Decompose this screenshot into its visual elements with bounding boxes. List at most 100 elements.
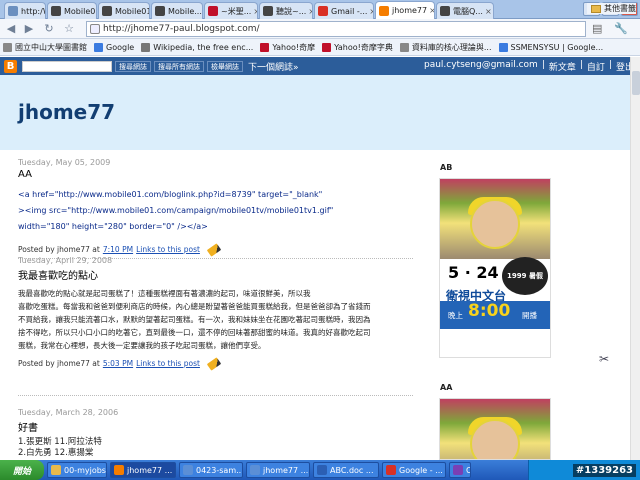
browser-tab[interactable]: Mobile01×	[47, 2, 97, 19]
google-icon	[498, 42, 508, 52]
post-body-line: 喜歡吃蛋糕。每當我和爸爸到便利商店的時候，內心總是盼望著爸爸能買蛋糕給我，但是爸…	[18, 302, 371, 311]
post-title[interactable]: 好書	[18, 419, 413, 434]
taskbar-item[interactable]: C#	[449, 462, 471, 478]
close-tab-icon[interactable]: ×	[306, 7, 312, 16]
browser-tab[interactable]: 電腦Q... ×	[436, 2, 494, 19]
blogger-logo-icon[interactable]: B	[4, 59, 17, 73]
post-footer: Posted by jhome77 at 7:10 PM Links to th…	[18, 242, 413, 257]
taskbar-item[interactable]: 0423-sam...	[179, 462, 243, 478]
browser-tab[interactable]: Mobile...×	[151, 2, 203, 19]
app-icon	[453, 465, 463, 475]
taskbar-item-label: jhome77 ...	[263, 465, 309, 475]
app-icon	[114, 465, 124, 475]
post-time-link[interactable]: 5:03 PM	[103, 359, 133, 368]
mobile01-icon	[155, 6, 165, 16]
wikipedia-icon	[141, 42, 151, 52]
taskbar-item[interactable]: 00-myjobs	[47, 462, 107, 478]
mobile01-icon	[102, 6, 112, 16]
page-menu-icon[interactable]: ▤	[592, 22, 602, 36]
browser-tab[interactable]: 聽說~...×	[259, 2, 313, 19]
page-icon	[399, 42, 409, 52]
links-to-post-link[interactable]: Links to this post	[136, 359, 200, 368]
yahoo-icon	[208, 6, 218, 16]
yahoo-icon	[260, 42, 270, 52]
browser-tab[interactable]: Gmail -...×	[314, 2, 374, 19]
customize-link[interactable]: 自訂	[587, 60, 605, 73]
taskbar-items: 00-myjobs jhome77 ... 0423-sam... jhome77 .…	[44, 462, 471, 478]
new-post-link[interactable]: 新文章	[549, 60, 576, 73]
edit-pencil-icon[interactable]	[206, 356, 222, 371]
yahoo-icon	[322, 42, 332, 52]
reload-icon[interactable]: ↻	[42, 22, 56, 36]
taskbar-item-label: 00-myjobs	[64, 465, 106, 475]
bookmark-item[interactable]: Wikipedia, the free enc...	[141, 42, 253, 52]
taskbar-item[interactable]: Google - ...	[382, 462, 446, 478]
bookmark-item[interactable]: 資料庫的核心理論與...	[399, 42, 492, 53]
post-title[interactable]: AA	[18, 169, 413, 180]
close-tab-icon[interactable]: ×	[251, 7, 257, 16]
sidebar-heading: AB	[440, 163, 453, 172]
bookmark-item[interactable]: Google	[94, 42, 134, 52]
tab-strip: http:/W...×Mobile01×Mobile01×Mobile...×~…	[0, 0, 640, 19]
separator: |	[579, 60, 583, 70]
taskbar-item[interactable]: jhome77 ...	[246, 462, 310, 478]
tv-poster-image[interactable]: 1999 暑假 5 · 24 衛視中文台 晚上 8:00 開播	[439, 178, 551, 358]
separator: |	[608, 60, 612, 70]
edit-pencil-icon[interactable]	[206, 242, 222, 257]
start-button[interactable]: 開始	[0, 460, 44, 480]
app-icon	[250, 465, 260, 475]
poster-time-prefix: 晚上	[448, 311, 463, 320]
close-tab-icon[interactable]: ×	[202, 7, 203, 16]
address-bar[interactable]: http://jhome77-paul.blogspot.com/	[86, 21, 586, 37]
page-scrollbar[interactable]	[630, 57, 640, 460]
browser-tab[interactable]: ~米聖...×	[204, 2, 258, 19]
folder-icon	[591, 4, 601, 13]
post-body-line: 捨不得吃，所以只小口小口的吃著它，直到最後一口，還不停的回味著那甜蜜的味道。我真…	[18, 328, 371, 337]
bookmark-item[interactable]: Yahoo!奇摩字典	[322, 42, 393, 53]
taskbar-item[interactable]: ABC.doc ...	[313, 462, 379, 478]
user-email: paul.cytseng@gmail.com	[423, 60, 538, 70]
posted-by-text: Posted by jhome77 at	[18, 359, 100, 368]
tv-poster-image[interactable]	[439, 398, 551, 460]
scrollbar-thumb[interactable]	[632, 71, 640, 95]
post-body-line: width="180" height="280" border="0" /></…	[18, 222, 208, 231]
bookmark-item[interactable]: Yahoo!奇摩	[260, 42, 315, 53]
close-tab-icon[interactable]: ×	[367, 7, 373, 16]
taskbar-item-label: C#	[466, 466, 470, 475]
post-body-line: 我最喜歡吃的點心就是起司蛋糕了！這種蛋糕裡面有著濃濃的起司，味道很鮮美，所以我	[18, 289, 311, 298]
post-body: <a href="http://www.mobile01.com/bloglin…	[18, 187, 413, 235]
tab-label: 聽說~...	[276, 6, 307, 16]
taskbar-item[interactable]: jhome77 ...	[110, 462, 176, 478]
flag-blog-button[interactable]: 檢舉網誌	[207, 60, 243, 72]
close-tab-icon[interactable]: ×	[427, 6, 434, 15]
browser-tab[interactable]: Mobile01×	[98, 2, 150, 19]
tab-label: ~米聖...	[221, 6, 252, 16]
post-title[interactable]: 我最喜歡吃的點心	[18, 267, 413, 282]
bookmark-item[interactable]: SSMENSYSU | Google...	[498, 42, 603, 52]
poster-time-suffix: 開播	[522, 311, 537, 320]
post-date: Tuesday, March 28, 2006	[18, 408, 119, 417]
post-date: Tuesday, May 05, 2009	[18, 158, 111, 167]
page-icon	[8, 6, 18, 16]
post-time-link[interactable]: 7:10 PM	[103, 245, 133, 254]
next-blog-link[interactable]: 下一個網誌»	[248, 60, 299, 73]
wrench-icon[interactable]: 🔧	[614, 22, 628, 36]
blog-search-input[interactable]	[22, 60, 112, 72]
gmail-icon	[318, 6, 328, 16]
tools-icon[interactable]: ✂	[597, 352, 611, 366]
forward-icon[interactable]: ▶	[22, 22, 36, 36]
blog-title[interactable]: jhome77	[18, 100, 115, 124]
sidebar-heading: AA	[440, 383, 453, 392]
browser-tab[interactable]: http:/W...×	[4, 2, 46, 19]
url-text: http://jhome77-paul.blogspot.com/	[103, 24, 260, 34]
browser-tab[interactable]: jhome77×	[375, 1, 435, 19]
close-tab-icon[interactable]: ×	[483, 7, 492, 16]
other-bookmarks[interactable]: 其他書籤	[587, 3, 636, 14]
bookmark-item[interactable]: 國立中山大學圖書館	[3, 42, 87, 53]
links-to-post-link[interactable]: Links to this post	[136, 245, 200, 254]
tab-label: Mobile01	[115, 6, 150, 16]
search-all-blogs-button[interactable]: 搜尋所有網誌	[154, 60, 204, 72]
bookmark-star-icon[interactable]: ☆	[62, 22, 76, 36]
back-icon[interactable]: ◀	[4, 22, 18, 36]
search-blog-button[interactable]: 搜尋網誌	[115, 60, 151, 72]
